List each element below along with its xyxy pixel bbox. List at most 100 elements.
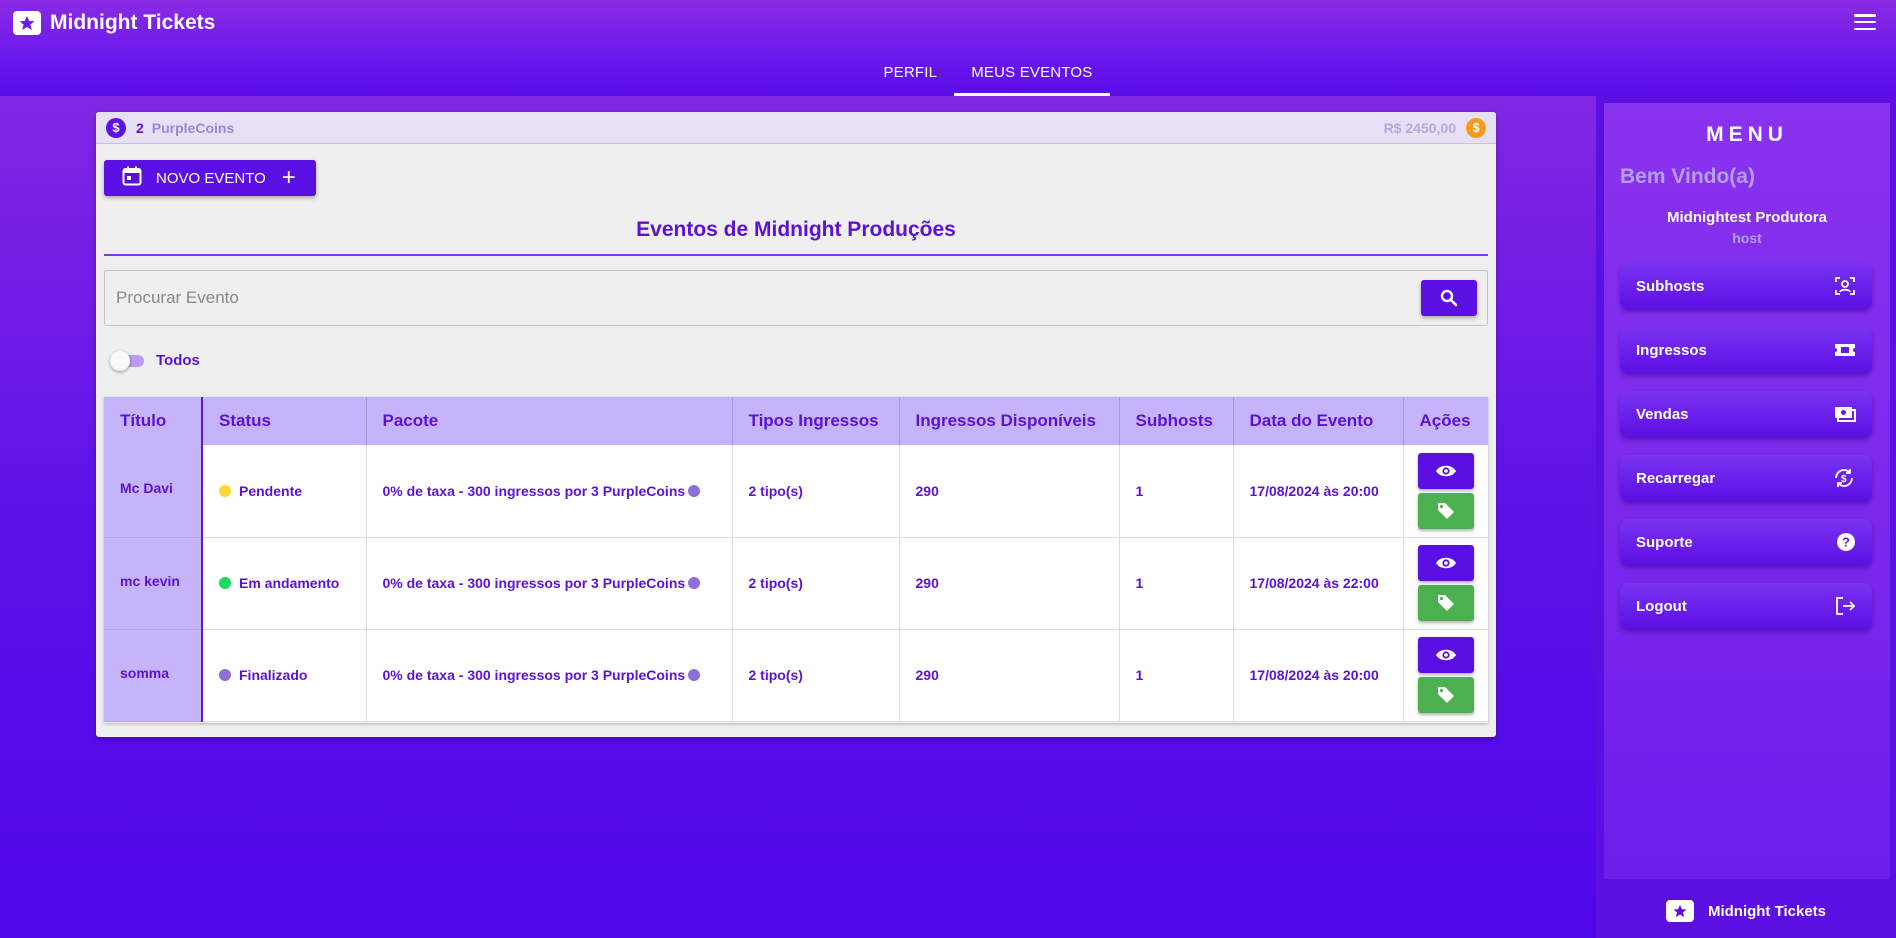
logout-icon <box>1834 595 1856 617</box>
money-coin-icon: $ <box>1466 117 1486 138</box>
event-date: 17/08/2024 às 20:00 <box>1233 629 1404 722</box>
ticket-types: 2 tipo(s) <box>732 445 900 538</box>
footer-title: Midnight Tickets <box>1707 902 1827 920</box>
user-role: host <box>1732 230 1762 246</box>
money-icon <box>1834 405 1856 423</box>
purplecoin-icon: $ <box>106 117 126 138</box>
sidebar-item-ingressos[interactable]: Ingressos <box>1620 327 1872 373</box>
coin-count: 2 <box>136 119 144 136</box>
col-header-subhosts: Subhosts <box>1119 397 1234 445</box>
table-row: somma Finalizado 0% de taxa - 300 ingres… <box>104 629 1488 722</box>
tab-meus-eventos[interactable]: MEUS EVENTOS <box>954 54 1110 96</box>
actions-cell <box>1403 445 1488 538</box>
event-tag-button[interactable] <box>1417 585 1474 621</box>
status-text: Em andamento <box>239 575 340 591</box>
package-cell: 0% de taxa - 300 ingressos por 3 PurpleC… <box>366 537 733 630</box>
tab-bar: PERFIL MEUS EVENTOS <box>0 54 1896 96</box>
subhosts-count: 1 <box>1119 629 1234 722</box>
svg-text:$: $ <box>1841 474 1847 485</box>
status-text: Pendente <box>239 482 303 499</box>
ticket-star-icon <box>13 11 41 35</box>
col-header-tipos-ingressos: Tipos Ingressos <box>732 397 900 445</box>
event-date: 17/08/2024 às 22:00 <box>1233 537 1404 630</box>
col-header-data-evento: Data do Evento <box>1233 397 1404 445</box>
balance-value: R$ 2450,00 <box>1383 119 1456 136</box>
sidebar-item-label: Ingressos <box>1636 341 1707 359</box>
new-event-button[interactable]: NOVO EVENTO + <box>104 160 316 196</box>
sidebar-item-subhosts[interactable]: Subhosts <box>1620 263 1872 309</box>
col-header-titulo: Título <box>104 397 203 445</box>
user-scan-icon <box>1834 275 1856 297</box>
sidebar-footer-brand[interactable]: Midnight Tickets <box>1596 896 1896 926</box>
table-row: Mc Davi Pendente 0% de taxa - 300 ingres… <box>104 445 1488 538</box>
plus-icon: + <box>281 164 296 191</box>
sidebar-item-recarregar[interactable]: Recarregar $ <box>1620 455 1872 501</box>
status-cell: Em andamento <box>202 537 367 630</box>
table-row: mc kevin Em andamento 0% de taxa - 300 i… <box>104 537 1488 630</box>
page-title: Eventos de Midnight Produções <box>104 214 1488 256</box>
status-dot-icon <box>219 484 231 497</box>
purplecoin-dot-icon <box>688 669 701 681</box>
sidebar-item-logout[interactable]: Logout <box>1620 583 1872 629</box>
search-box <box>104 270 1488 326</box>
event-date: 17/08/2024 às 20:00 <box>1233 445 1404 538</box>
search-button[interactable] <box>1421 280 1477 316</box>
event-title: Mc Davi <box>104 445 203 538</box>
sidebar-item-label: Suporte <box>1636 533 1693 551</box>
col-header-ingressos-disponiveis: Ingressos Disponíveis <box>899 397 1120 445</box>
actions-cell <box>1403 537 1488 630</box>
view-event-button[interactable] <box>1417 545 1474 581</box>
sidebar-item-suporte[interactable]: Suporte ? <box>1620 519 1872 565</box>
todos-toggle[interactable] <box>110 350 144 371</box>
status-text: Finalizado <box>239 667 308 683</box>
package-text: 0% de taxa - 300 ingressos por 3 PurpleC… <box>382 482 686 499</box>
welcome-text: Bem Vindo(a) <box>1620 165 1755 188</box>
events-table: Título Status Pacote Tipos Ingressos Ing… <box>104 397 1488 723</box>
search-icon <box>1440 289 1458 307</box>
status-dot-icon <box>219 669 231 681</box>
event-tag-button[interactable] <box>1417 492 1474 529</box>
sidebar-item-vendas[interactable]: Vendas <box>1620 391 1872 437</box>
tag-icon <box>1437 502 1454 519</box>
events-card: $ 2 PurpleCoins R$ 2450,00 $ NOVO EVENTO… <box>96 112 1496 737</box>
available-tickets: 290 <box>899 537 1120 630</box>
ticket-icon <box>1834 341 1856 359</box>
available-tickets: 290 <box>899 445 1120 538</box>
coin-bar: $ 2 PurpleCoins R$ 2450,00 $ <box>96 112 1496 144</box>
reload-dollar-icon: $ <box>1832 466 1856 490</box>
app-title: Midnight Tickets <box>50 11 216 34</box>
subhosts-count: 1 <box>1119 445 1234 538</box>
available-tickets: 290 <box>899 629 1120 722</box>
view-event-button[interactable] <box>1417 452 1474 489</box>
purplecoin-dot-icon <box>688 484 701 497</box>
sidebar-item-label: Logout <box>1636 597 1687 615</box>
event-title: mc kevin <box>104 537 203 630</box>
search-input[interactable] <box>116 285 1316 311</box>
tab-perfil[interactable]: PERFIL <box>866 54 954 96</box>
sidebar-item-label: Vendas <box>1636 405 1689 423</box>
status-cell: Pendente <box>202 445 367 538</box>
calendar-icon <box>122 166 142 190</box>
package-cell: 0% de taxa - 300 ingressos por 3 PurpleC… <box>366 629 733 722</box>
col-header-status: Status <box>202 397 367 445</box>
package-cell: 0% de taxa - 300 ingressos por 3 PurpleC… <box>366 445 733 538</box>
subhosts-count: 1 <box>1119 537 1234 630</box>
view-event-button[interactable] <box>1417 637 1474 673</box>
top-app-bar: Midnight Tickets PERFIL MEUS EVENTOS <box>0 0 1896 96</box>
event-title: somma <box>104 629 203 722</box>
ticket-star-icon <box>1665 900 1694 922</box>
coin-label: PurpleCoins <box>151 119 235 136</box>
sidebar-item-label: Subhosts <box>1636 277 1705 295</box>
side-menu-panel: MENU Bem Vindo(a) Midnightest Produtora … <box>1604 103 1890 879</box>
eye-icon <box>1435 649 1456 661</box>
ticket-types: 2 tipo(s) <box>732 629 900 722</box>
purplecoin-dot-icon <box>688 577 701 589</box>
package-text: 0% de taxa - 300 ingressos por 3 PurpleC… <box>382 575 686 591</box>
eye-icon <box>1435 557 1456 569</box>
event-tag-button[interactable] <box>1417 677 1474 713</box>
hamburger-menu-icon[interactable] <box>1854 14 1876 30</box>
brand[interactable]: Midnight Tickets <box>13 10 215 36</box>
status-cell: Finalizado <box>202 629 367 722</box>
package-text: 0% de taxa - 300 ingressos por 3 PurpleC… <box>382 667 686 683</box>
col-header-acoes: Ações <box>1403 397 1488 445</box>
